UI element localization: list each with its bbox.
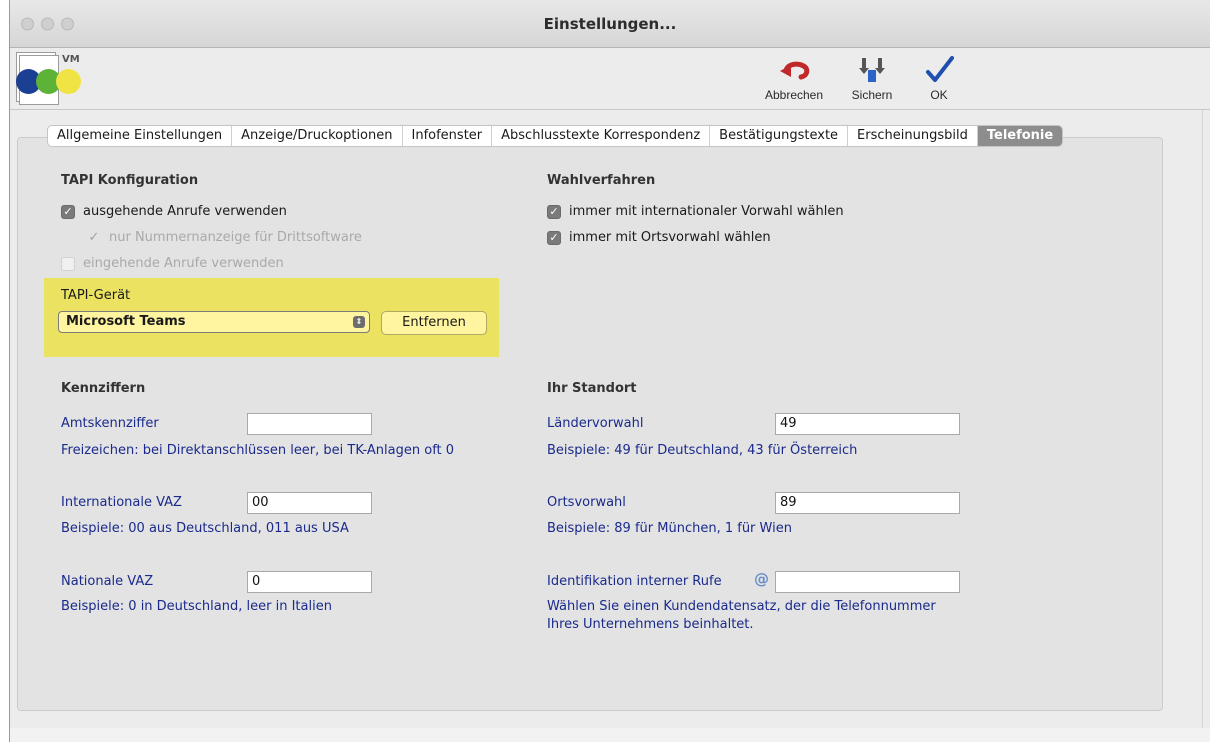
country-code-hint: Beispiele: 49 für Deutschland, 43 für Ös… bbox=[547, 443, 858, 458]
bottom-strip bbox=[10, 728, 1210, 742]
outgoing-calls-checkbox[interactable]: ✓ ausgehende Anrufe verwenden bbox=[61, 204, 287, 219]
incoming-calls-label: eingehende Anrufe verwenden bbox=[83, 256, 284, 271]
checkmark-icon bbox=[926, 56, 954, 82]
incoming-calls-checkbox: eingehende Anrufe verwenden bbox=[61, 256, 284, 271]
tab-erscheinungsbild[interactable]: Erscheinungsbild bbox=[848, 126, 978, 146]
undo-icon bbox=[780, 61, 810, 80]
country-code-input[interactable]: 49 bbox=[775, 413, 960, 435]
internal-calls-hint-line1: Wählen Sie einen Kundendatensatz, der di… bbox=[547, 599, 936, 614]
country-code-label: Ländervorwahl bbox=[547, 416, 644, 431]
area-code-input[interactable]: 89 bbox=[775, 492, 960, 514]
tapi-device-label: TAPI-Gerät bbox=[61, 288, 131, 303]
ok-label: OK bbox=[930, 88, 948, 102]
checkbox-checked-icon: ✓ bbox=[88, 230, 100, 245]
checkbox-checked-icon: ✓ bbox=[547, 204, 561, 219]
save-icon bbox=[859, 58, 885, 82]
trunk-code-hint: Freizeichen: bei Direktanschlüssen leer,… bbox=[61, 443, 455, 458]
tab-bar: Allgemeine Einstellungen Anzeige/Druckop… bbox=[47, 125, 1064, 147]
national-code-label: Nationale VAZ bbox=[61, 574, 154, 589]
intl-code-label: Internationale VAZ bbox=[61, 495, 182, 510]
area-code-label: Ortsvorwahl bbox=[547, 495, 626, 510]
logo-text: VM bbox=[62, 54, 80, 65]
trunk-code-input[interactable] bbox=[247, 413, 372, 435]
internal-calls-hint-line2: Ihres Unternehmens beinhaltet. bbox=[547, 617, 754, 632]
national-code-input[interactable]: 0 bbox=[247, 571, 372, 593]
select-arrows-icon: ⇕ bbox=[353, 316, 365, 328]
location-heading: Ihr Standort bbox=[547, 381, 637, 396]
intl-code-hint: Beispiele: 00 aus Deutschland, 011 aus U… bbox=[61, 521, 349, 536]
tab-telefonie[interactable]: Telefonie bbox=[977, 126, 1063, 146]
at-icon[interactable]: @ bbox=[754, 570, 769, 588]
area-code-hint: Beispiele: 89 für München, 1 für Wien bbox=[547, 521, 792, 536]
checkbox-checked-icon: ✓ bbox=[547, 230, 561, 245]
local-prefix-label: immer mit Ortsvorwahl wählen bbox=[569, 230, 771, 245]
title-bar: Einstellungen... bbox=[10, 0, 1210, 48]
tapi-device-select[interactable]: Microsoft Teams ⇕ bbox=[58, 311, 370, 333]
remove-button[interactable]: Entfernen bbox=[381, 311, 487, 335]
trunk-code-label: Amtskennziffer bbox=[61, 416, 159, 431]
save-button[interactable]: Sichern bbox=[842, 48, 902, 110]
national-code-hint: Beispiele: 0 in Deutschland, leer in Ita… bbox=[61, 599, 332, 614]
internal-calls-label: Identifikation interner Rufe bbox=[547, 574, 722, 589]
tab-bestaetigungstexte[interactable]: Bestätigungstexte bbox=[710, 126, 849, 146]
outgoing-calls-label: ausgehende Anrufe verwenden bbox=[83, 204, 287, 219]
tapi-device-value: Microsoft Teams bbox=[66, 314, 186, 329]
app-logo: VM bbox=[16, 52, 86, 105]
cancel-label: Abbrechen bbox=[764, 88, 824, 102]
cancel-button[interactable]: Abbrechen bbox=[754, 48, 834, 110]
tab-abschlusstexte[interactable]: Abschlusstexte Korrespondenz bbox=[492, 126, 711, 146]
codes-heading: Kennziffern bbox=[61, 381, 146, 396]
dialing-heading: Wahlverfahren bbox=[547, 173, 656, 188]
save-label: Sichern bbox=[851, 88, 893, 102]
right-edge bbox=[1202, 110, 1210, 742]
checkbox-checked-icon: ✓ bbox=[61, 204, 75, 219]
international-prefix-checkbox[interactable]: ✓ immer mit internationaler Vorwahl wähl… bbox=[547, 204, 844, 219]
ok-button[interactable]: OK bbox=[912, 48, 966, 110]
international-prefix-label: immer mit internationaler Vorwahl wählen bbox=[569, 204, 844, 219]
checkbox-unchecked-icon bbox=[61, 256, 75, 271]
internal-calls-input[interactable] bbox=[775, 571, 960, 593]
toolbar: VM Abbrechen Sichern OK bbox=[10, 48, 1210, 110]
tab-anzeige-druckoptionen[interactable]: Anzeige/Druckoptionen bbox=[232, 126, 403, 146]
number-display-label: nur Nummernanzeige für Drittsoftware bbox=[109, 230, 362, 245]
tab-allgemeine-einstellungen[interactable]: Allgemeine Einstellungen bbox=[48, 126, 233, 146]
tab-infofenster[interactable]: Infofenster bbox=[403, 126, 493, 146]
number-display-checkbox: ✓ nur Nummernanzeige für Drittsoftware bbox=[87, 230, 362, 245]
tapi-device-highlight: TAPI-Gerät Microsoft Teams ⇕ Entfernen bbox=[44, 278, 499, 357]
intl-code-input[interactable]: 00 bbox=[247, 492, 372, 514]
tapi-heading: TAPI Konfiguration bbox=[61, 173, 199, 188]
window-title: Einstellungen... bbox=[543, 15, 677, 33]
local-prefix-checkbox[interactable]: ✓ immer mit Ortsvorwahl wählen bbox=[547, 230, 771, 245]
